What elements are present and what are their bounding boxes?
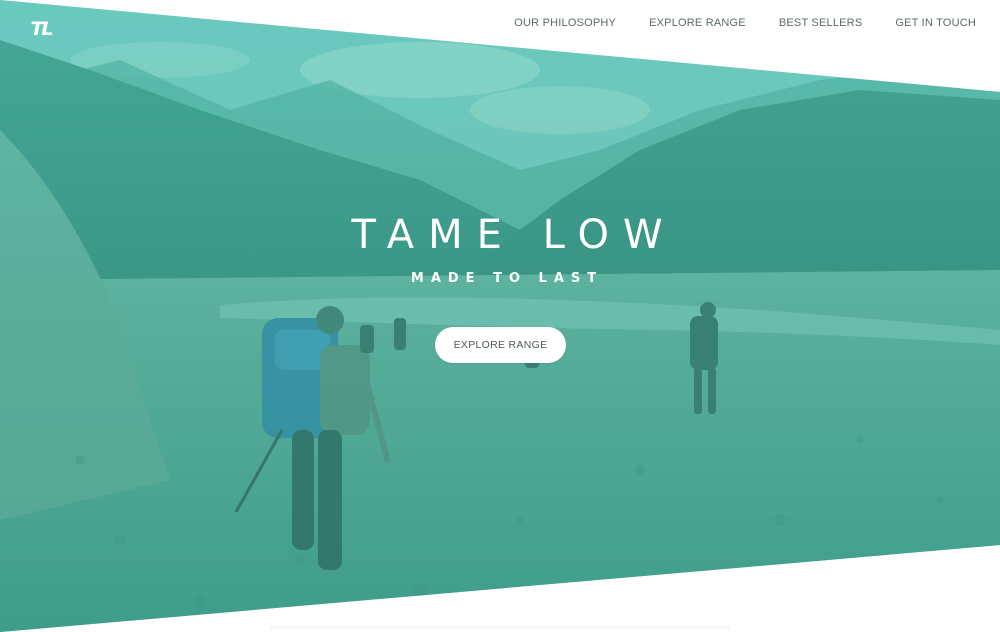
hero-title: TAME LOW [351,212,677,258]
nav-item-explore-range[interactable]: EXPLORE RANGE [616,16,746,30]
brand-logo[interactable]: TL [28,16,54,42]
nav-item-best-sellers[interactable]: BEST SELLERS [746,16,863,30]
explore-range-button[interactable]: EXPLORE RANGE [435,327,566,363]
hero-subtitle: MADE TO LAST [410,271,604,286]
nav-item-get-in-touch[interactable]: GET IN TOUCH [862,16,976,30]
nav-item-our-philosophy[interactable]: OUR PHILOSOPHY [481,16,616,30]
hero-banner [0,0,1000,632]
main-nav: OUR PHILOSOPHY EXPLORE RANGE BEST SELLER… [481,16,976,30]
section-divider-shadow [270,626,730,632]
hero-color-overlay [0,0,1000,632]
